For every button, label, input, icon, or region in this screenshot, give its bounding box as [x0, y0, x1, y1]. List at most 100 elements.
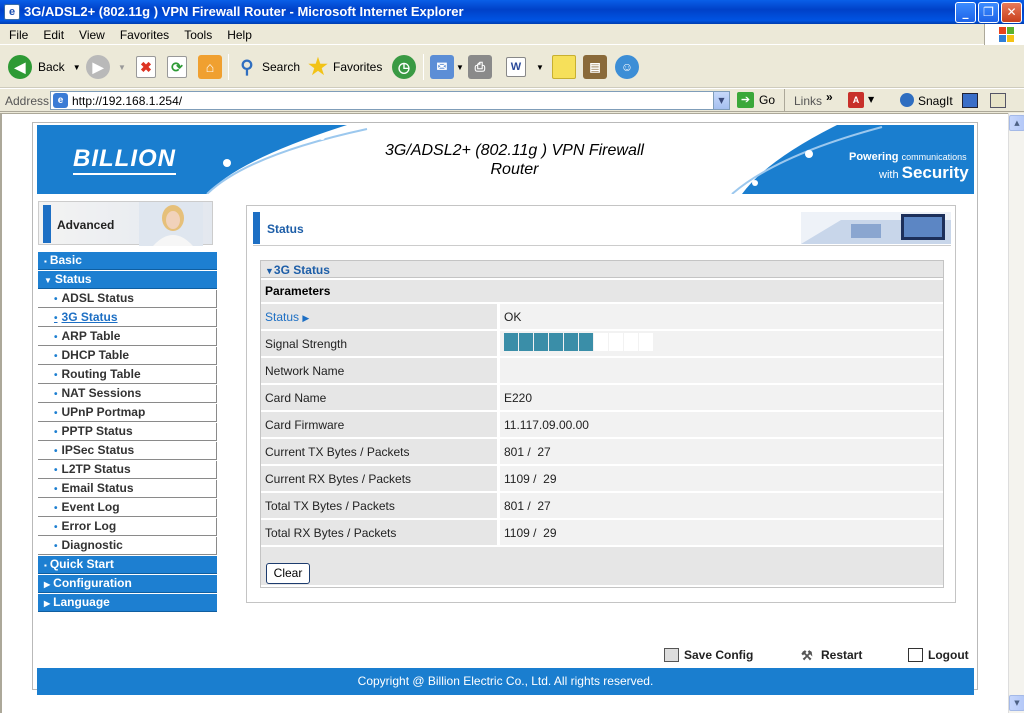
- chevron-down-icon: ▼: [118, 62, 126, 72]
- menu-file[interactable]: File: [0, 24, 34, 42]
- menu-tools[interactable]: Tools: [175, 24, 218, 42]
- menu-bar: File Edit View Favorites Tools Help: [0, 24, 1024, 45]
- chevron-down-icon: ▼: [456, 62, 464, 72]
- stop-button[interactable]: ✖: [136, 52, 156, 82]
- nav-nat-sessions[interactable]: • NAT Sessions: [38, 385, 217, 403]
- research-button[interactable]: ▤: [583, 52, 607, 82]
- back-button[interactable]: ◀ Back ▼: [8, 52, 81, 82]
- address-dropdown-icon[interactable]: ▼: [713, 92, 729, 109]
- nav-error-log[interactable]: • Error Log: [38, 518, 217, 536]
- parameters-header: Parameters: [261, 280, 943, 302]
- table-row: Current TX Bytes / Packets 801 / 27: [261, 439, 943, 464]
- nav-dhcp-table[interactable]: • DHCP Table: [38, 347, 217, 365]
- row-label: Current RX Bytes / Packets: [261, 466, 497, 491]
- signal-bar-segment: [549, 333, 563, 351]
- back-arrow-icon: ◀: [8, 55, 32, 79]
- row-value: 801 / 27: [500, 493, 943, 518]
- restart-icon: ⚒: [801, 648, 813, 663]
- nav-email-status[interactable]: • Email Status: [38, 480, 217, 498]
- signal-bar-segment: [594, 333, 608, 351]
- ie-page-icon: e: [4, 4, 20, 20]
- ie-page-icon: e: [53, 93, 68, 108]
- minimize-button[interactable]: _: [955, 2, 976, 23]
- home-icon: ⌂: [198, 55, 222, 79]
- row-label: Card Name: [261, 385, 497, 410]
- nav-3g-status[interactable]: • 3G Status: [38, 309, 217, 327]
- address-input[interactable]: e http://192.168.1.254/ ▼: [50, 91, 730, 110]
- nav-l2tp-status[interactable]: • L2TP Status: [38, 461, 217, 479]
- signal-bar-segment: [534, 333, 548, 351]
- favorites-button[interactable]: ★ Favorites: [306, 52, 382, 82]
- menu-edit[interactable]: Edit: [34, 24, 70, 42]
- 3g-status-panel: ▼3G Status Parameters Status ▶ OK Signal…: [260, 260, 944, 588]
- nav-language[interactable]: ▶ Language: [38, 594, 217, 612]
- row-label: Card Firmware: [261, 412, 497, 437]
- address-bar: Address e http://192.168.1.254/ ▼ ➔ Go L…: [0, 88, 1024, 112]
- row-label: Signal Strength: [261, 331, 497, 356]
- mail-icon: ✉: [430, 55, 454, 79]
- research-icon: ▤: [583, 55, 607, 79]
- scroll-up-arrow-icon[interactable]: ▲: [1009, 115, 1024, 131]
- favorites-label: Favorites: [333, 60, 383, 74]
- go-button[interactable]: ➔ Go: [737, 92, 775, 108]
- scroll-down-arrow-icon[interactable]: ▼: [1009, 695, 1024, 711]
- chevron-down-icon[interactable]: ▼: [868, 95, 874, 104]
- close-button[interactable]: ✕: [1001, 2, 1022, 23]
- refresh-button[interactable]: ⟳: [167, 52, 187, 82]
- nav-ipsec-status[interactable]: • IPSec Status: [38, 442, 217, 460]
- row-label: Network Name: [261, 358, 497, 383]
- search-button[interactable]: ⚲ Search: [235, 52, 300, 82]
- links-label[interactable]: Links: [794, 94, 822, 108]
- clear-button[interactable]: Clear: [266, 563, 310, 584]
- restart-button[interactable]: ⚒ Restart: [801, 648, 862, 663]
- billion-logo: BILLION: [73, 145, 176, 175]
- nav-status[interactable]: ▼ Status: [38, 271, 217, 289]
- links-chevron-icon[interactable]: »: [826, 90, 833, 104]
- edit-button[interactable]: W ▼: [506, 52, 544, 82]
- panel-footer: Clear: [261, 547, 943, 585]
- history-button[interactable]: ◷: [392, 52, 416, 82]
- pdf-icon[interactable]: A: [848, 92, 864, 108]
- row-value: 1109 / 29: [500, 466, 943, 491]
- 3g-status-section-header[interactable]: ▼3G Status: [261, 261, 943, 278]
- nav-arp-table[interactable]: • ARP Table: [38, 328, 217, 346]
- signal-strength-bar: [504, 333, 943, 351]
- menu-view[interactable]: View: [70, 24, 111, 42]
- nav-upnp-portmap[interactable]: • UPnP Portmap: [38, 404, 217, 422]
- home-button[interactable]: ⌂: [198, 52, 222, 82]
- table-row: Total RX Bytes / Packets 1109 / 29: [261, 520, 943, 545]
- menu-favorites[interactable]: Favorites: [111, 24, 175, 42]
- maximize-button[interactable]: ❐: [978, 2, 999, 23]
- snagit-button[interactable]: SnagIt: [918, 94, 953, 108]
- print-button[interactable]: ⎙: [468, 52, 492, 82]
- nav-basic[interactable]: ▪ Basic: [38, 252, 217, 270]
- nav-configuration[interactable]: ▶ Configuration: [38, 575, 217, 593]
- nav-adsl-status[interactable]: • ADSL Status: [38, 290, 217, 308]
- nav-pptp-status[interactable]: • PPTP Status: [38, 423, 217, 441]
- signal-bar-segment: [564, 333, 578, 351]
- page-title: Status: [267, 222, 304, 236]
- search-icon: ⚲: [240, 57, 254, 77]
- forward-button[interactable]: ▶ ▼: [86, 52, 126, 82]
- table-row: Card Firmware 11.117.09.00.00: [261, 412, 943, 437]
- row-value: E220: [500, 385, 943, 410]
- window-title-bar: e 3G/ADSL2+ (802.11g ) VPN Firewall Rout…: [0, 0, 1024, 24]
- signal-bar-segment: [579, 333, 593, 351]
- nav-quick-start[interactable]: ▪ Quick Start: [38, 556, 217, 574]
- messenger-button[interactable]: ☺: [615, 52, 639, 82]
- snagit-editor-icon[interactable]: [990, 93, 1006, 108]
- nav-routing-table[interactable]: • Routing Table: [38, 366, 217, 384]
- save-config-button[interactable]: Save Config: [664, 648, 753, 662]
- logout-button[interactable]: Logout: [908, 648, 969, 662]
- mail-button[interactable]: ✉ ▼: [430, 52, 464, 82]
- snagit-capture-icon[interactable]: [962, 93, 978, 108]
- table-row: Card Name E220: [261, 385, 943, 410]
- signal-strength-value: [500, 331, 943, 356]
- discuss-button[interactable]: [552, 52, 576, 82]
- vertical-scrollbar[interactable]: ▲ ▼: [1008, 113, 1024, 713]
- router-page: BILLION 3G/ADSL2+ (802.11g ) VPN Firewal…: [32, 122, 978, 695]
- nav-event-log[interactable]: • Event Log: [38, 499, 217, 517]
- status-link[interactable]: Status ▶: [261, 304, 497, 329]
- menu-help[interactable]: Help: [218, 24, 258, 42]
- nav-diagnostic[interactable]: • Diagnostic: [38, 537, 217, 555]
